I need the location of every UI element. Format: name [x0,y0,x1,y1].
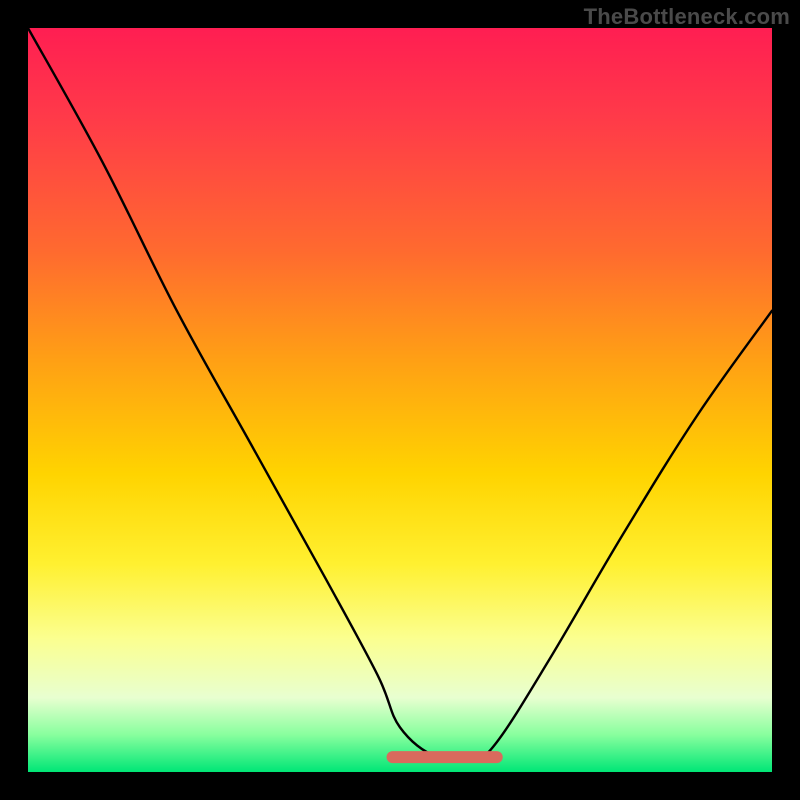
chart-frame: TheBottleneck.com [0,0,800,800]
plot-area [28,28,772,772]
curve-overlay [28,28,772,772]
watermark-label: TheBottleneck.com [584,4,790,30]
bottleneck-curve [28,28,772,760]
